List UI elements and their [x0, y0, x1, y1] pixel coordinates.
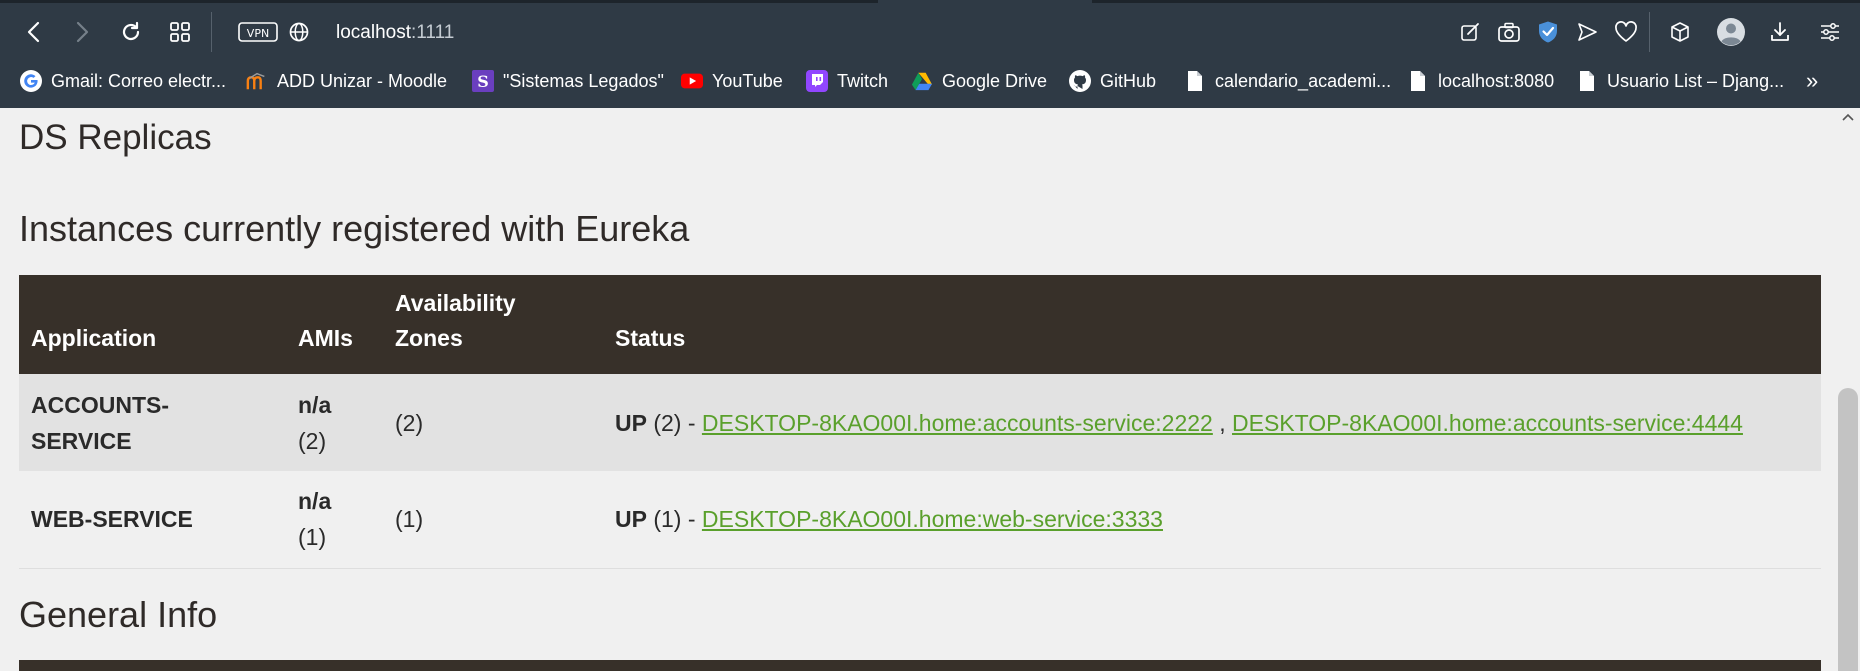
- general-info-table-header: [19, 660, 1821, 671]
- bookmark-localhost-8080[interactable]: localhost:8080: [1407, 66, 1554, 96]
- bookmark-overflow-label: »: [1806, 68, 1819, 93]
- url-port: :1111: [411, 22, 455, 43]
- bookmark-google-drive[interactable]: Google Drive: [911, 66, 1047, 96]
- send-icon[interactable]: [1569, 14, 1605, 50]
- status-cell: UP (2) - DESKTOP-8KAO00I.home:accounts-s…: [603, 374, 1821, 471]
- google-icon: [20, 70, 42, 92]
- status-count: (1) -: [646, 506, 702, 533]
- amis-cell: n/a (1): [286, 471, 383, 569]
- bookmark-label: Gmail: Correo electr...: [51, 70, 227, 91]
- instances-title: Instances currently registered with Eure…: [19, 208, 690, 249]
- application-name: ACCOUNTS- SERVICE: [19, 374, 286, 471]
- download-icon[interactable]: [1762, 14, 1798, 50]
- vpn-label: VPN: [247, 27, 269, 40]
- page-content: DS Replicas Instances currently register…: [0, 108, 1836, 671]
- bookmark-label: Usuario List – Djang...: [1607, 70, 1785, 91]
- vertical-scrollbar[interactable]: [1836, 108, 1860, 671]
- tabs-grid-icon[interactable]: [162, 14, 198, 50]
- bookmark-moodle[interactable]: ADD Unizar - Moodle: [246, 66, 447, 96]
- bookmark-sistemas-legados[interactable]: S "Sistemas Legados": [472, 66, 664, 96]
- instance-link[interactable]: DESKTOP-8KAO00I.home:accounts-service:44…: [1232, 410, 1743, 436]
- general-info-title: General Info: [19, 594, 218, 635]
- table-row: ACCOUNTS- SERVICE n/a (2) (2) UP (2) - DES…: [19, 374, 1821, 471]
- bookmark-label: YouTube: [712, 70, 783, 91]
- bookmark-youtube[interactable]: YouTube: [681, 66, 783, 96]
- file-icon: [1184, 70, 1206, 92]
- zones-cell: (1): [383, 471, 603, 569]
- bookmark-github[interactable]: GitHub: [1069, 66, 1156, 96]
- menu-icon[interactable]: [1812, 14, 1848, 50]
- url-host: localhost: [336, 22, 411, 43]
- camera-icon[interactable]: [1491, 14, 1527, 50]
- globe-icon[interactable]: [281, 14, 317, 50]
- ami-value: n/a: [298, 488, 332, 515]
- forward-icon[interactable]: [64, 14, 100, 50]
- status-label: UP: [615, 506, 647, 533]
- table-header-row: Application AMIs Availability Zones Statu…: [19, 275, 1821, 374]
- instance-link[interactable]: DESKTOP-8KAO00I.home:accounts-service:22…: [702, 410, 1213, 436]
- table-row: WEB-SERVICE n/a (1) (1) UP (1) - DESKTOP-…: [19, 471, 1821, 569]
- file-icon: [1576, 70, 1598, 92]
- scrollbar-thumb[interactable]: [1838, 388, 1858, 671]
- ami-value: n/a: [298, 391, 332, 418]
- application-name: WEB-SERVICE: [19, 471, 286, 569]
- address-bar[interactable]: localhost:1111: [336, 20, 454, 46]
- bookmarks-bar: Gmail: Correo electr... ADD Unizar - Moo…: [0, 62, 1860, 100]
- ami-count: (1): [298, 524, 327, 551]
- vpn-icon[interactable]: VPN: [236, 14, 280, 50]
- status-label: UP: [615, 409, 647, 436]
- bookmark-label: Google Drive: [942, 70, 1048, 91]
- browser-chrome: VPN localhost:1111 Gmail: Correo electr.…: [0, 0, 1860, 108]
- profile-icon[interactable]: [1713, 14, 1749, 50]
- box-icon[interactable]: [1662, 14, 1698, 50]
- toolbar-divider: [1649, 12, 1650, 52]
- scroll-up-arrow-icon[interactable]: [1842, 112, 1854, 122]
- ami-count: (2): [298, 427, 327, 454]
- bookmark-label: ADD Unizar - Moodle: [277, 70, 448, 91]
- drive-icon: [911, 70, 933, 92]
- shield-icon[interactable]: [1530, 14, 1566, 50]
- heart-icon[interactable]: [1608, 14, 1644, 50]
- twitch-icon: [806, 70, 828, 92]
- back-icon[interactable]: [16, 14, 52, 50]
- bookmark-label: calendario_academi...: [1215, 70, 1392, 91]
- zones-header-line1: Availability: [395, 290, 516, 316]
- bookmark-label: Twitch: [837, 70, 889, 91]
- svg-text:S: S: [477, 72, 489, 91]
- bookmark-label: GitHub: [1100, 70, 1157, 91]
- bookmark-label: localhost:8080: [1438, 70, 1555, 91]
- bookmark-label: "Sistemas Legados": [503, 70, 664, 91]
- tab-strip-edge: [0, 0, 1860, 3]
- bookmark-s-icon: S: [472, 70, 494, 92]
- toolbar-divider: [211, 12, 212, 52]
- column-header-zones: Availability Zones: [383, 275, 603, 374]
- status-count: (2) -: [646, 409, 702, 436]
- zones-header-line2: Zones: [395, 325, 463, 351]
- column-header-status: Status: [603, 275, 1821, 374]
- ds-replicas-title: DS Replicas: [19, 118, 212, 157]
- column-header-application: Application: [19, 275, 286, 374]
- overflow-icon[interactable]: »: [1806, 66, 1818, 96]
- amis-cell: n/a (2): [286, 374, 383, 471]
- zones-cell: (2): [383, 374, 603, 471]
- instances-table: Application AMIs Availability Zones Statu…: [19, 275, 1821, 569]
- status-cell: UP (1) - DESKTOP-8KAO00I.home:web-servic…: [603, 471, 1821, 569]
- edit-icon[interactable]: [1452, 14, 1488, 50]
- bookmark-calendario[interactable]: calendario_academi...: [1184, 66, 1391, 96]
- bookmark-gmail[interactable]: Gmail: Correo electr...: [20, 66, 226, 96]
- bookmark-usuario-list[interactable]: Usuario List – Djang...: [1576, 66, 1784, 96]
- browser-toolbar: VPN localhost:1111: [0, 8, 1860, 56]
- github-icon: [1069, 70, 1091, 92]
- youtube-icon: [681, 70, 703, 92]
- moodle-icon: [246, 70, 268, 92]
- bookmark-twitch[interactable]: Twitch: [806, 66, 888, 96]
- file-icon: [1407, 70, 1429, 92]
- link-separator: ,: [1212, 409, 1233, 436]
- column-header-amis: AMIs: [286, 275, 383, 374]
- reload-icon[interactable]: [113, 14, 149, 50]
- instance-link[interactable]: DESKTOP-8KAO00I.home:web-service:3333: [702, 506, 1163, 532]
